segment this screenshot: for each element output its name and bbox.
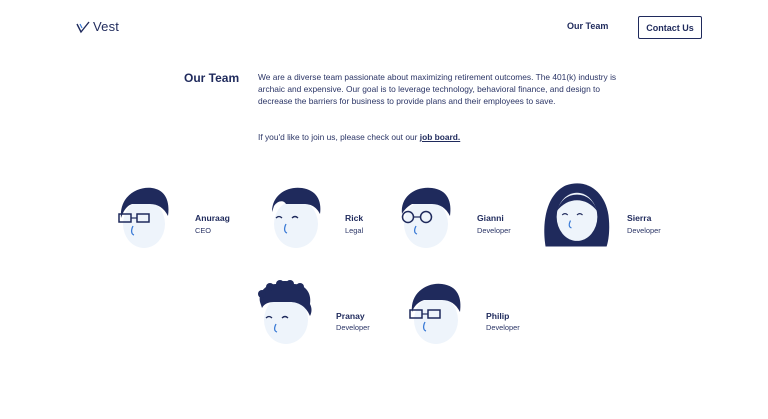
section-title: Our Team [184, 71, 240, 85]
member-name: Gianni [477, 213, 504, 223]
member-name: Philip [486, 311, 510, 321]
nav-our-team-link[interactable]: Our Team [567, 21, 608, 31]
job-board-link[interactable]: job board. [420, 132, 460, 142]
member-role: Developer [336, 323, 370, 332]
member-name: Pranay [336, 311, 365, 321]
smiling-avatar-icon [272, 187, 321, 248]
site-header: Vest Our Team Contact Us [0, 0, 768, 56]
member-role: Developer [486, 323, 520, 332]
round-glasses-avatar-icon [401, 187, 451, 248]
contact-us-button[interactable]: Contact Us [638, 16, 702, 39]
long-hair-avatar-icon [544, 183, 610, 247]
join-text: If you'd like to join us, please check o… [258, 131, 460, 143]
curly-hair-avatar-icon [258, 280, 312, 344]
vest-logo[interactable]: Vest [76, 19, 119, 34]
vest-logo-icon [76, 21, 90, 33]
member-role: CEO [195, 226, 212, 235]
member-role: Developer [477, 226, 511, 235]
member-role: Legal [345, 226, 364, 235]
member-name: Rick [345, 213, 364, 223]
member-name: Sierra [627, 213, 652, 223]
glasses-avatar-icon [118, 187, 169, 248]
glasses-avatar-icon [409, 283, 461, 344]
logo-text: Vest [93, 19, 120, 34]
member-name: Anuraag [195, 213, 230, 223]
team-description: We are a diverse team passionate about m… [258, 72, 617, 106]
join-prefix: If you'd like to join us, please check o… [258, 132, 420, 142]
member-role: Developer [627, 226, 661, 235]
